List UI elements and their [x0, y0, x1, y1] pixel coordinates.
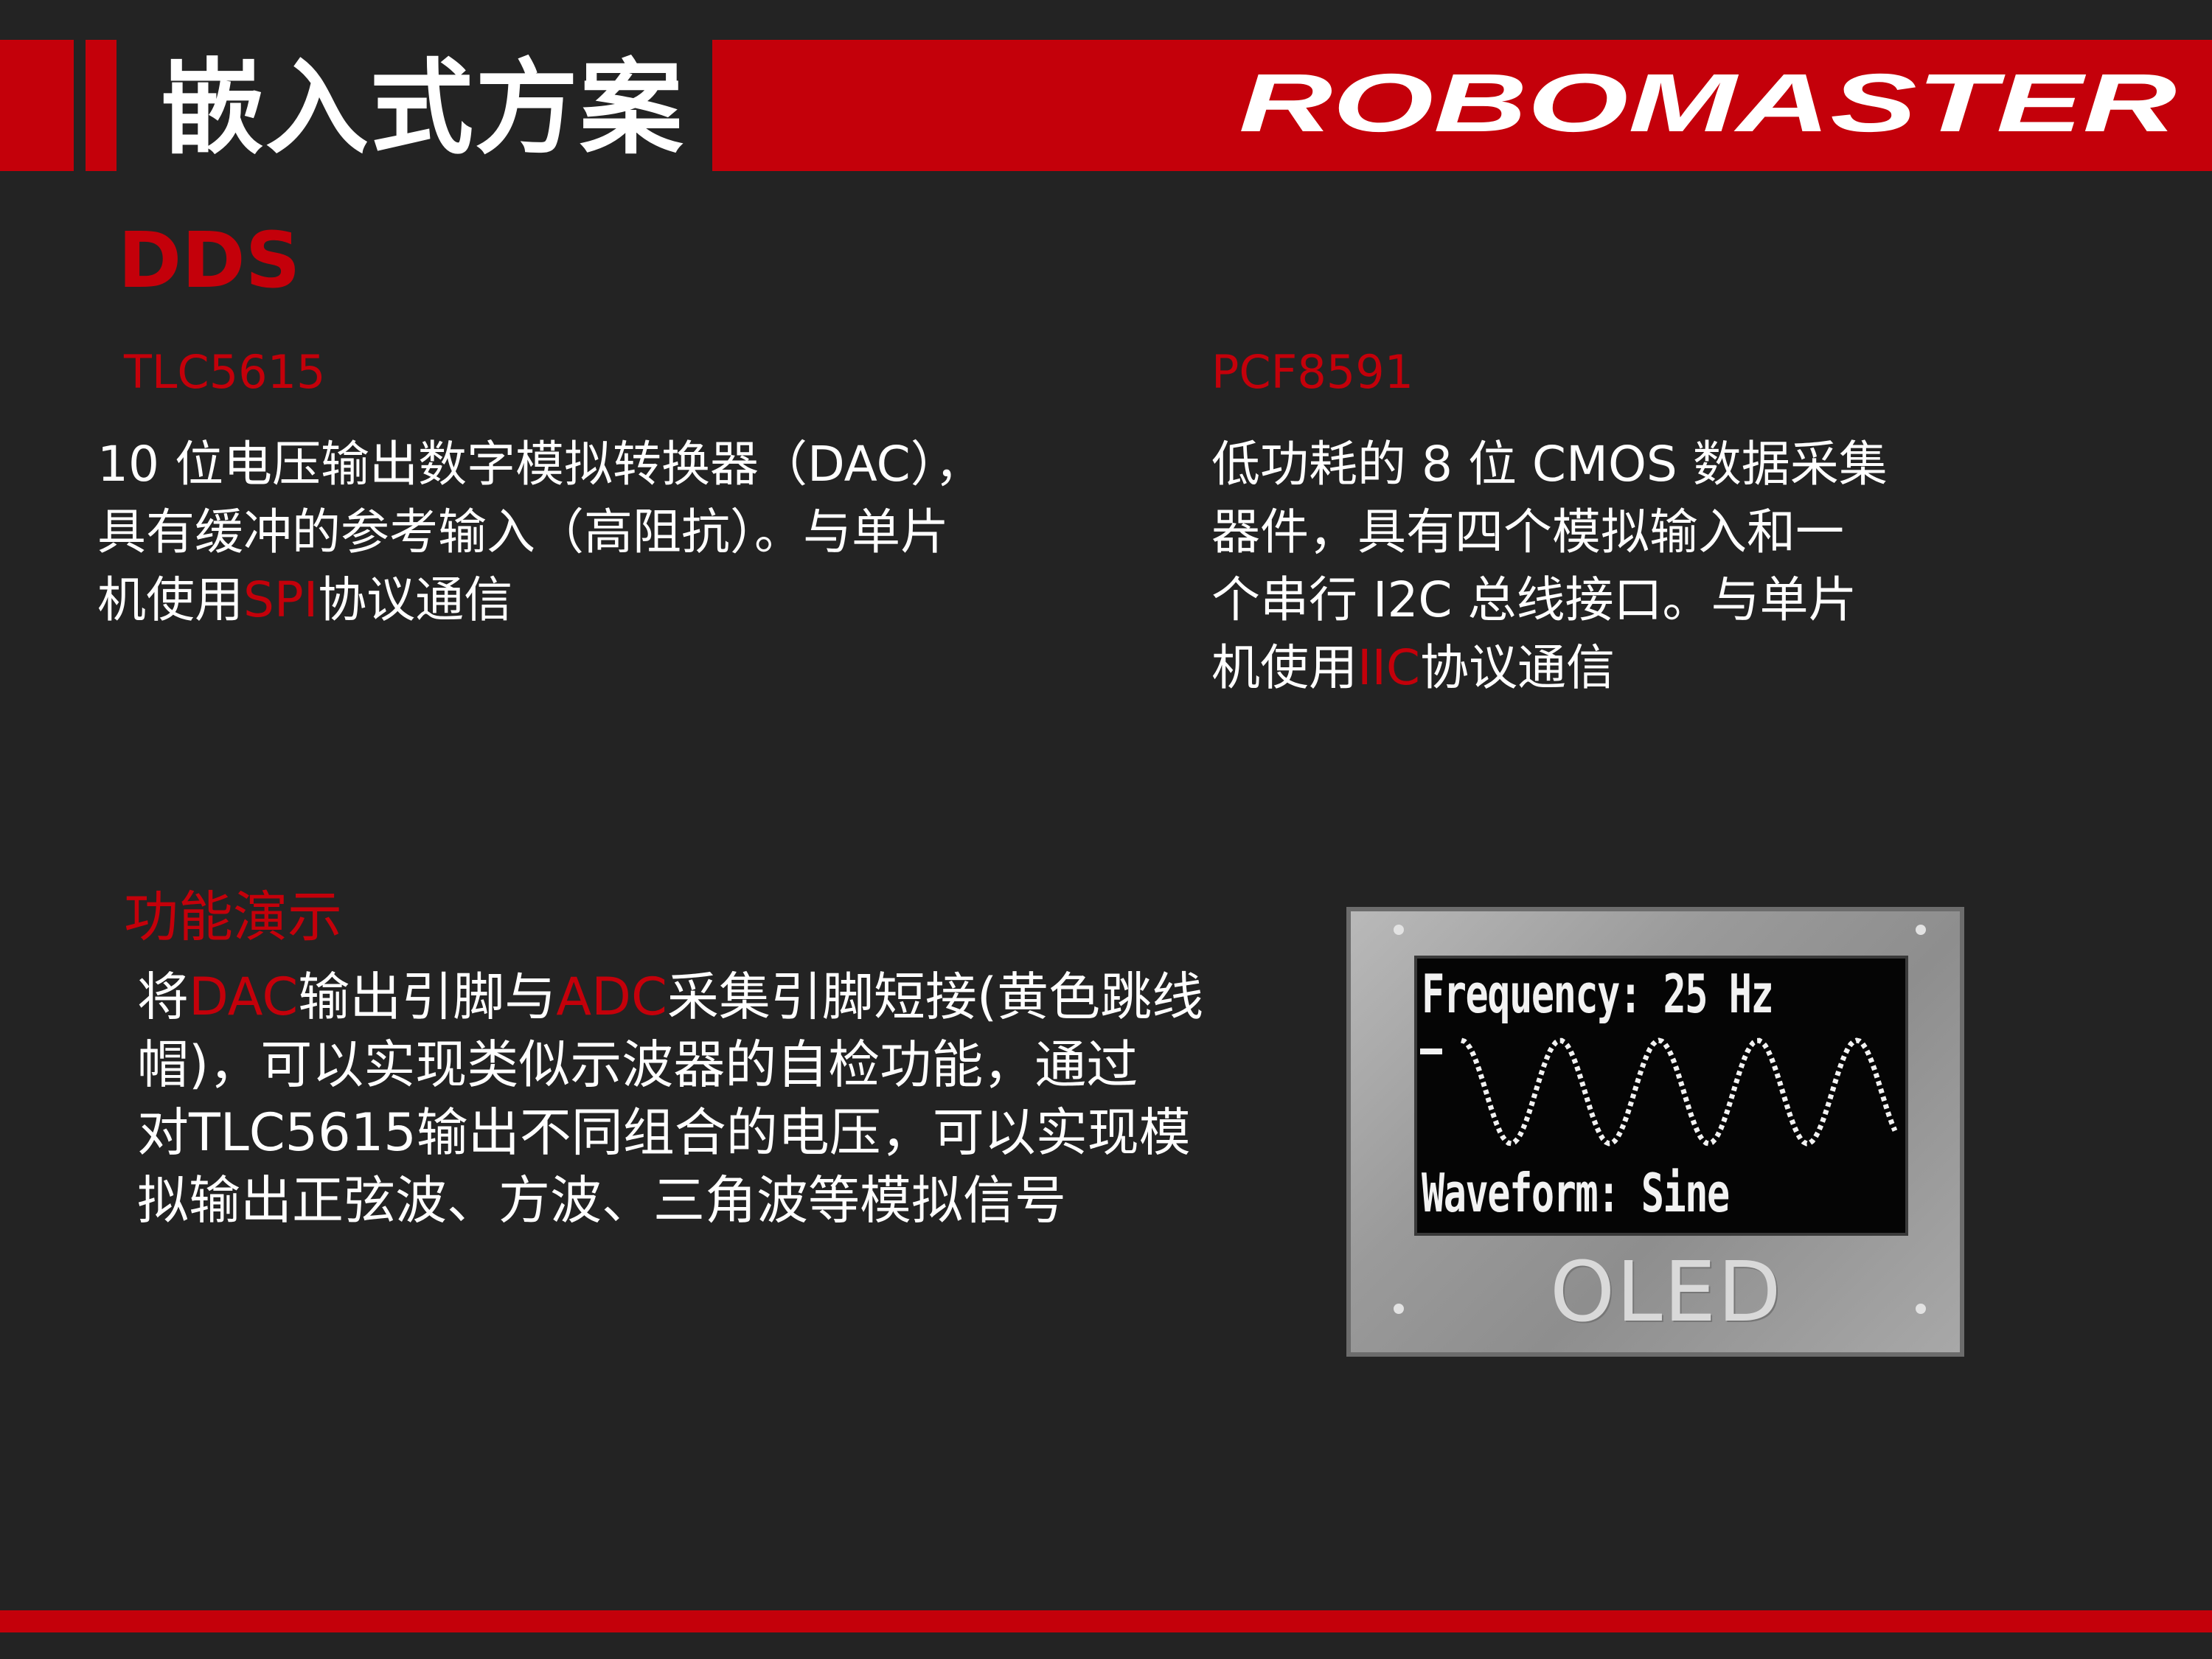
tlc-heading: TLC5615 [124, 345, 326, 399]
text-segment: 采集引脚短接(黄色跳线 [667, 967, 1204, 1027]
text-line: 机使用SPI协议通信 [97, 566, 984, 634]
oled-waveform-text: Waveform: Sine [1422, 1162, 1730, 1224]
highlight-term: DAC [189, 967, 299, 1027]
screw-hole [1394, 1304, 1404, 1314]
screw-hole [1394, 925, 1404, 935]
text-line: 器件，具有四个模拟输入和一 [1211, 498, 1888, 566]
header-bar-left [0, 40, 74, 171]
text-segment: 输出引脚与 [298, 967, 557, 1027]
text-segment: 10 位电压输出数字模拟转换器（DAC）， [97, 436, 984, 493]
text-segment: 器件，具有四个模拟输入和一 [1211, 504, 1844, 560]
highlight-term: SPI [243, 571, 319, 628]
text-line: 拟输出正弦波、方波、三角波等模拟信号 [137, 1166, 1203, 1234]
text-segment: 具有缓冲的参考输入（高阻抗）。与单片 [97, 504, 949, 560]
text-line: 帽)，可以实现类似示波器的自检功能，通过 [137, 1031, 1203, 1099]
text-segment: 对TLC5615输出不同组合的电压，可以实现模 [137, 1102, 1191, 1163]
text-line: 低功耗的 8 位 CMOS 数据采集 [1211, 431, 1888, 498]
page-title: 嵌入式方案 [161, 49, 685, 169]
text-line: 将DAC输出引脚与ADC采集引脚短接(黄色跳线 [137, 963, 1203, 1031]
text-segment: 协议通信 [318, 571, 513, 628]
screw-hole [1916, 925, 1926, 935]
sine-wave-path [1460, 1037, 1898, 1147]
screw-hole [1916, 1304, 1926, 1314]
logo-text: ROBOMASTER [1239, 68, 2177, 142]
oled-screen: Frequency: 25 Hz Waveform: Sine [1414, 956, 1908, 1236]
text-line: 个串行 I2C 总线接口。与单片 [1211, 566, 1888, 634]
footer-bar [0, 1610, 2212, 1632]
text-segment: 机使用 [97, 571, 243, 628]
pcf-heading: PCF8591 [1211, 345, 1414, 399]
sine-wave-trace [1420, 1037, 1898, 1147]
section-title: DDS [118, 215, 301, 305]
text-segment: 帽)，可以实现类似示波器的自检功能，通过 [137, 1034, 1138, 1095]
oled-frequency-text: Frequency: 25 Hz [1422, 963, 1774, 1025]
text-segment: 拟输出正弦波、方波、三角波等模拟信号 [137, 1170, 1066, 1231]
tlc-description: 10 位电压输出数字模拟转换器（DAC）， 具有缓冲的参考输入（高阻抗）。与单片机… [97, 431, 984, 634]
highlight-term: ADC [556, 967, 667, 1027]
text-line: 对TLC5615输出不同组合的电压，可以实现模 [137, 1099, 1203, 1166]
text-line: 机使用IIC协议通信 [1211, 634, 1888, 702]
text-segment: 低功耗的 8 位 CMOS 数据采集 [1211, 436, 1888, 493]
oled-module-photo: Frequency: 25 Hz Waveform: Sine OLED [1346, 907, 1964, 1357]
header-bar-stripe [86, 40, 116, 171]
pcf-description: 低功耗的 8 位 CMOS 数据采集 器件，具有四个模拟输入和一 个串行 I2C 总… [1211, 431, 1888, 702]
text-segment: 机使用 [1211, 639, 1357, 696]
text-line: 具有缓冲的参考输入（高阻抗）。与单片 [97, 498, 984, 566]
demo-heading: 功能演示 [124, 886, 342, 949]
robomaster-logo: ROBOMASTER [1239, 68, 2177, 142]
oled-module-label: OLED [1550, 1245, 1783, 1340]
demo-description: 将DAC输出引脚与ADC采集引脚短接(黄色跳线 帽)，可以实现类似示波器的自检功能… [137, 963, 1203, 1234]
text-line: 10 位电压输出数字模拟转换器（DAC）， [97, 431, 984, 498]
text-segment: 将 [137, 967, 189, 1027]
text-segment: 个串行 I2C 总线接口。与单片 [1211, 571, 1857, 628]
text-segment: 协议通信 [1420, 639, 1615, 696]
highlight-term: IIC [1357, 639, 1421, 696]
